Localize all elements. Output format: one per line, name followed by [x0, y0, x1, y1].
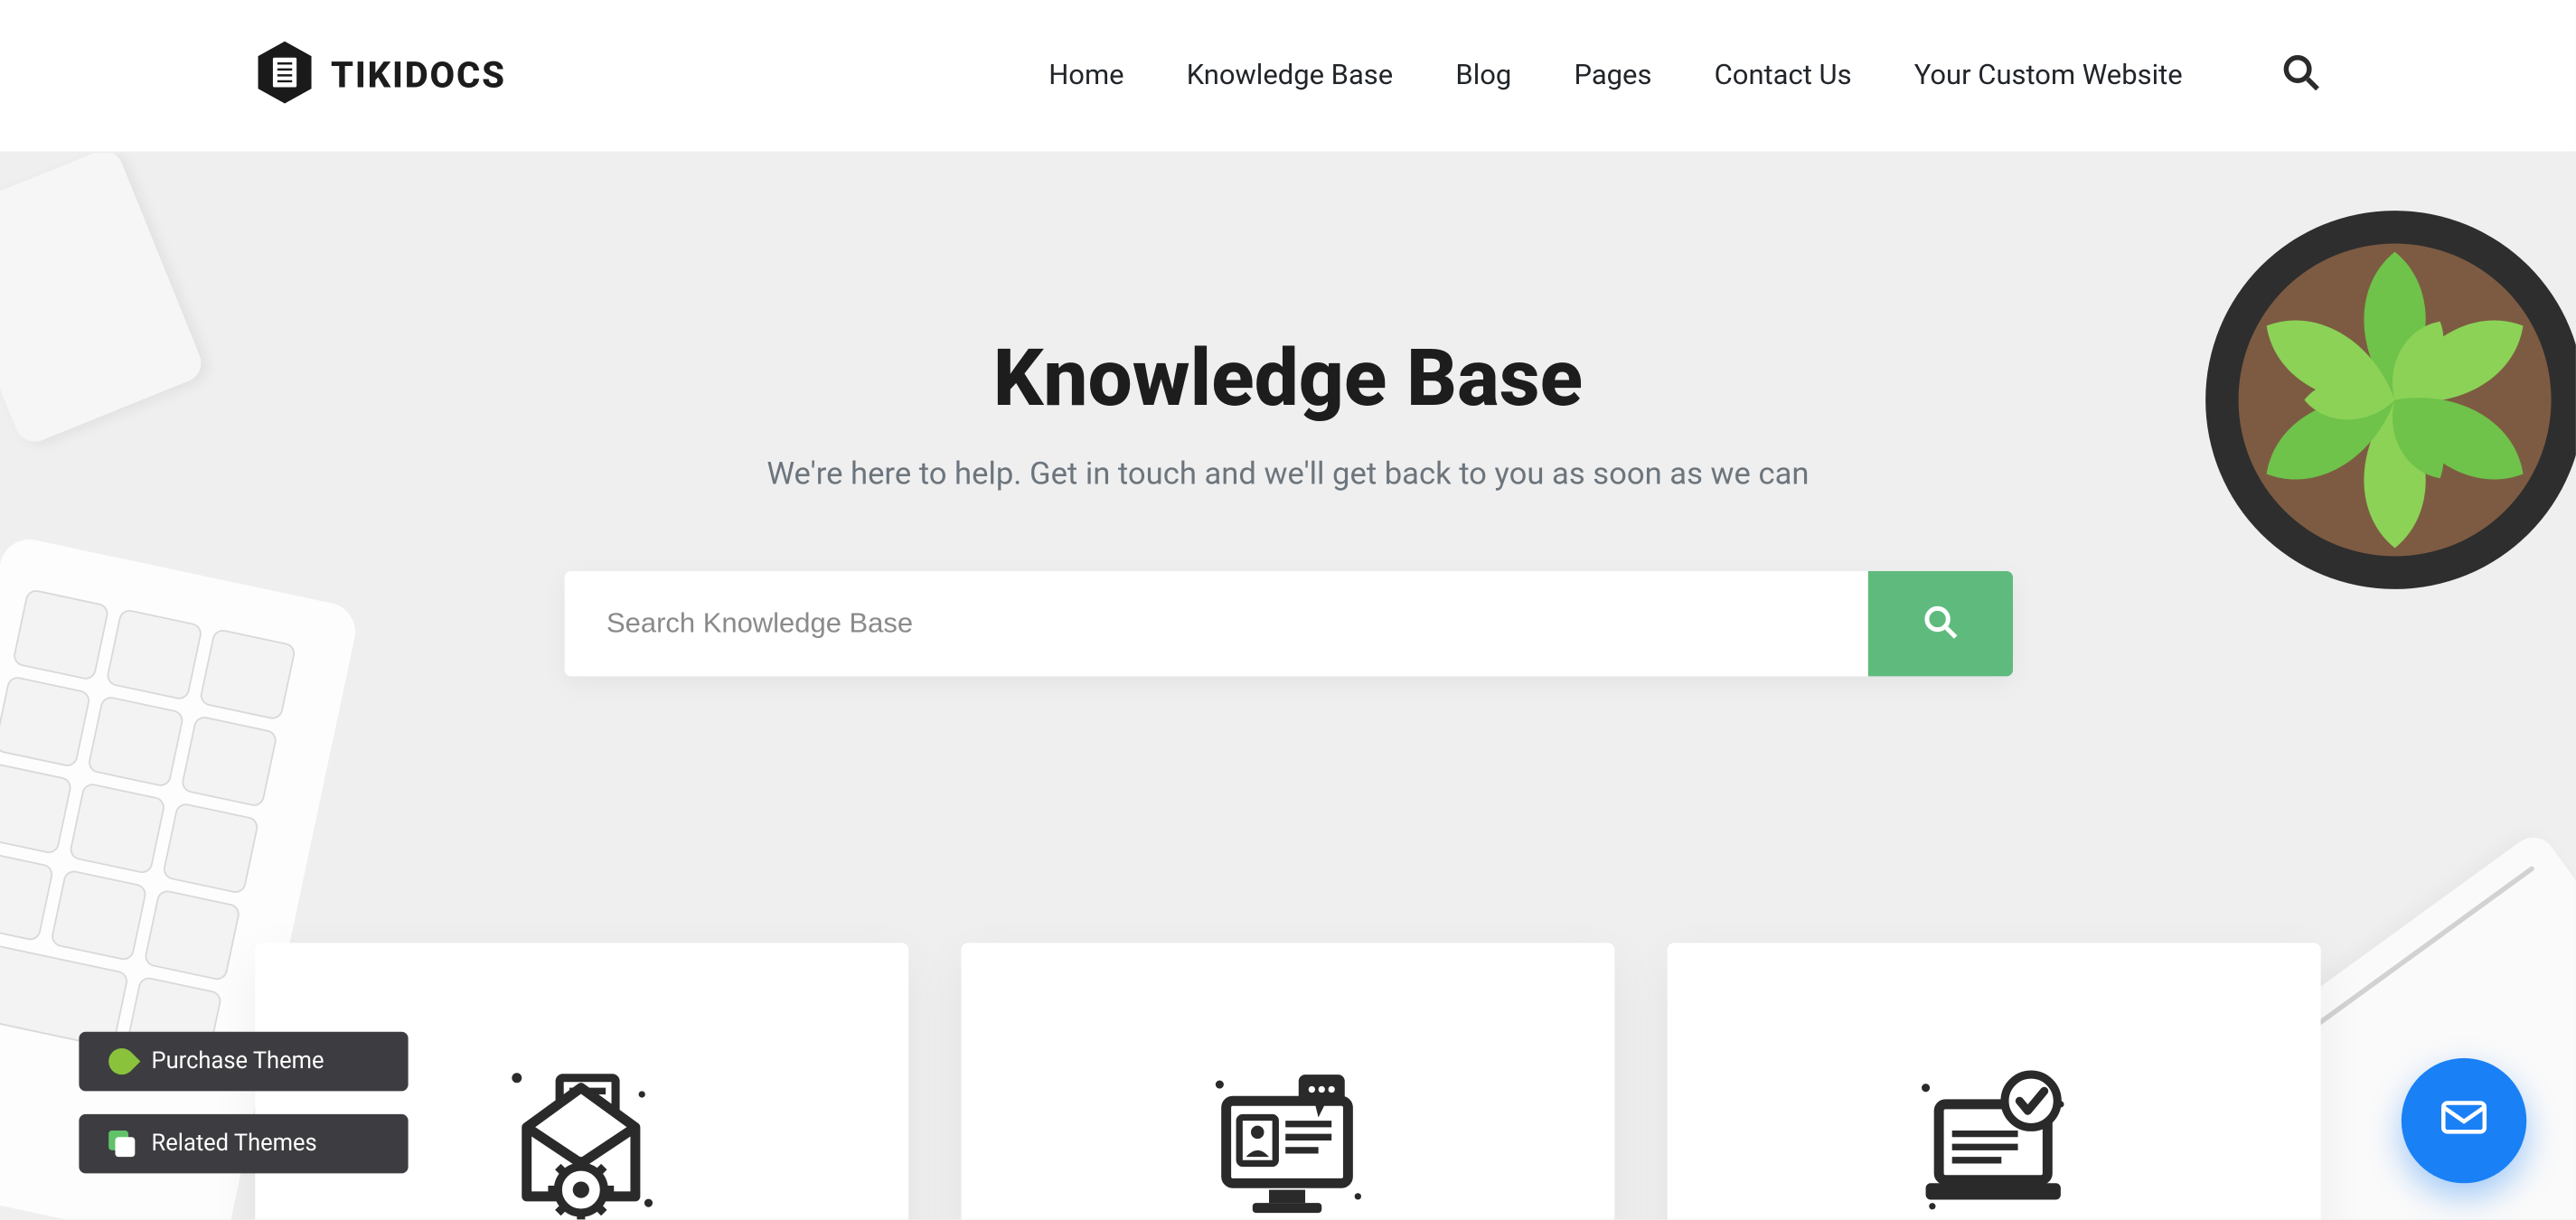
purchase-theme-label: Purchase Theme — [152, 1048, 324, 1075]
card-laptop-verified[interactable] — [1667, 943, 2320, 1219]
brand-name: TIKIDOCS — [331, 55, 506, 97]
nav-blog[interactable]: Blog — [1455, 60, 1511, 92]
leaf-icon — [103, 1043, 140, 1080]
mail-gear-icon — [491, 1055, 672, 1219]
related-themes-button[interactable]: Related Themes — [79, 1114, 408, 1174]
computer-profile-icon — [1197, 1055, 1377, 1219]
decorative-plant — [2181, 186, 2576, 614]
main-nav: Home Knowledge Base Blog Pages Contact U… — [1048, 60, 2182, 92]
nav-custom-website[interactable]: Your Custom Website — [1914, 60, 2183, 92]
nav-knowledge-base[interactable]: Knowledge Base — [1187, 60, 1394, 92]
nav-pages[interactable]: Pages — [1574, 60, 1651, 92]
envelope-icon — [2440, 1093, 2489, 1149]
nav-home[interactable]: Home — [1048, 60, 1123, 92]
chat-fab[interactable] — [2402, 1058, 2526, 1183]
search-button[interactable] — [1867, 571, 2012, 677]
floating-actions: Purchase Theme Related Themes — [79, 1032, 408, 1174]
site-header: TIKIDOCS Home Knowledge Base Blog Pages … — [0, 0, 2576, 153]
search-icon — [1922, 603, 1958, 644]
logo-icon — [255, 40, 315, 112]
card-profile-help[interactable] — [961, 943, 1614, 1219]
laptop-check-icon — [1903, 1055, 2083, 1219]
search-icon[interactable] — [2281, 52, 2321, 99]
search-bar — [564, 571, 2012, 677]
related-themes-label: Related Themes — [152, 1131, 317, 1157]
nav-contact-us[interactable]: Contact Us — [1715, 60, 1852, 92]
brand-logo[interactable]: TIKIDOCS — [255, 40, 506, 112]
category-cards — [254, 943, 2321, 1219]
search-input[interactable] — [564, 571, 1867, 677]
stack-icon — [108, 1131, 135, 1157]
purchase-theme-button[interactable]: Purchase Theme — [79, 1032, 408, 1092]
